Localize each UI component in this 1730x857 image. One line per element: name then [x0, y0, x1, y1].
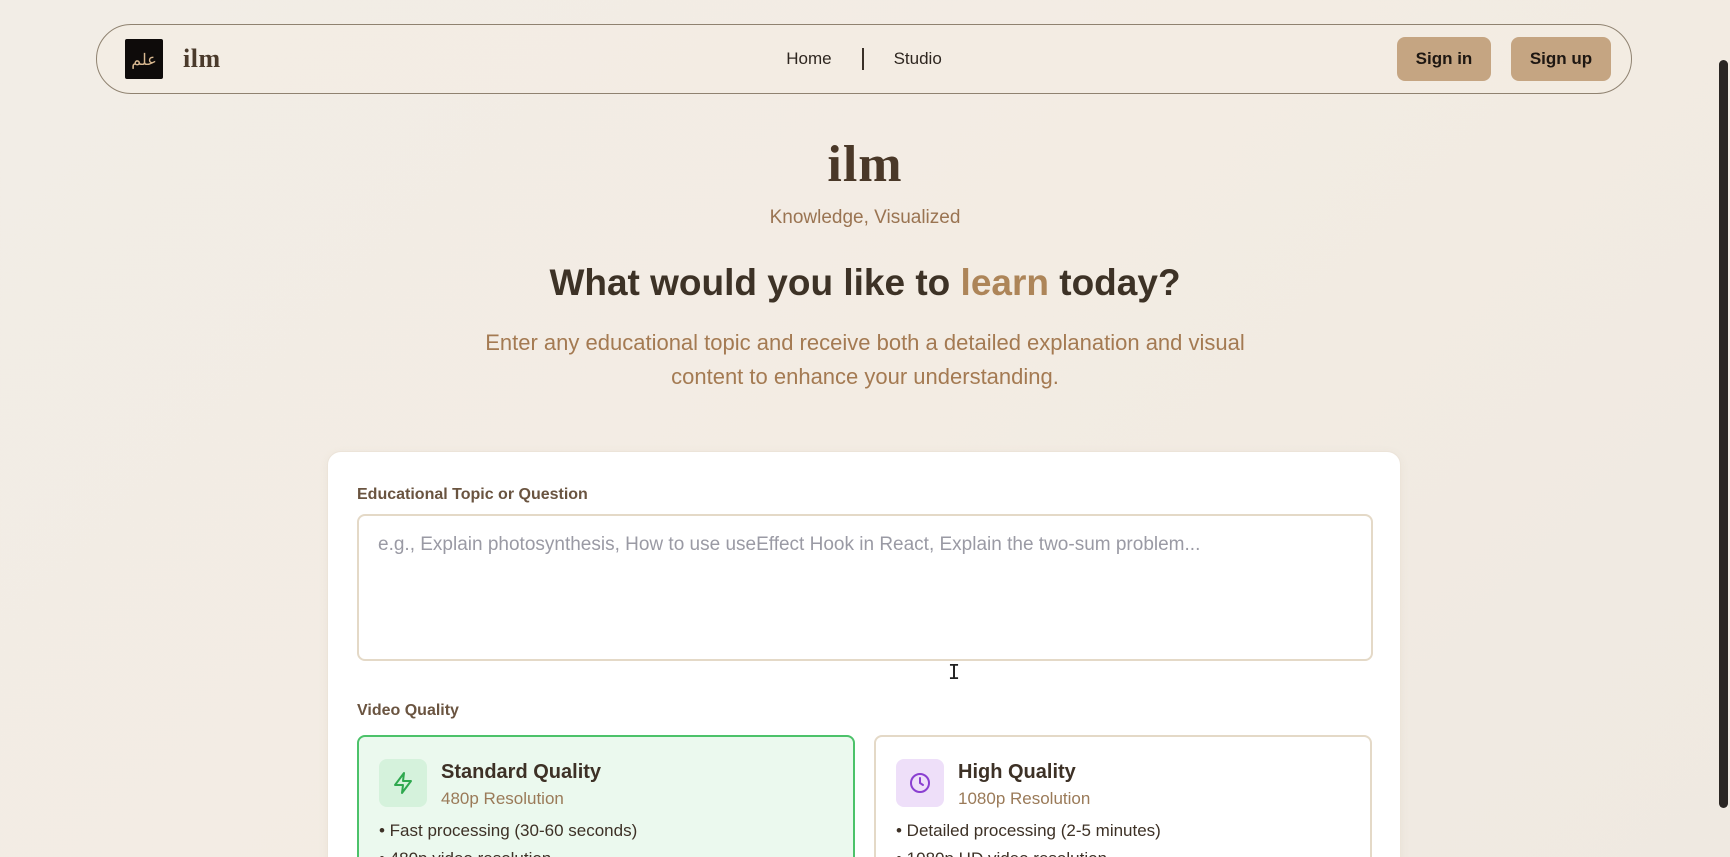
quality-label: Video Quality	[357, 702, 459, 719]
clock-icon	[896, 759, 944, 807]
quality-title: High Quality	[958, 761, 1076, 783]
quality-option-high[interactable]: High Quality 1080p Resolution • Detailed…	[874, 735, 1372, 857]
tagline: Knowledge, Visualized	[769, 207, 961, 228]
headline-accent: learn	[960, 262, 1049, 303]
topic-label: Educational Topic or Question	[357, 486, 588, 503]
quality-feature: • Fast processing (30-60 seconds)	[379, 821, 638, 840]
quality-resolution: 1080p Resolution	[958, 789, 1091, 808]
nav-divider	[861, 48, 864, 70]
quality-feature: • 1080p HD video resolution	[896, 849, 1107, 857]
topic-form-card: Educational Topic or Question Video Qual…	[327, 451, 1401, 857]
top-navbar: علم ilm Home Studio Sign in Sign up	[96, 24, 1632, 94]
nav-link-home[interactable]: Home	[786, 49, 831, 69]
quality-option-standard[interactable]: Standard Quality 480p Resolution • Fast …	[357, 735, 855, 857]
subheadline: Enter any educational topic and receive …	[485, 330, 1245, 389]
auth-actions: Sign in Sign up	[1397, 37, 1611, 81]
logo-icon[interactable]: علم	[125, 39, 163, 79]
headline-post: today?	[1048, 262, 1181, 303]
hero-title: ilm	[827, 136, 903, 193]
quality-feature: • 480p video resolution	[379, 849, 551, 857]
quality-title: Standard Quality	[441, 761, 602, 783]
quality-feature: • Detailed processing (2-5 minutes)	[896, 821, 1161, 840]
brand-name[interactable]: ilm	[183, 44, 221, 74]
quality-resolution: 480p Resolution	[441, 789, 564, 808]
headline: What would you like to learn today?	[0, 262, 1730, 304]
sign-up-button[interactable]: Sign up	[1511, 37, 1611, 81]
sign-in-button[interactable]: Sign in	[1397, 37, 1491, 81]
lightning-icon	[379, 759, 427, 807]
nav-link-studio[interactable]: Studio	[894, 49, 942, 69]
headline-pre: What would you like to	[549, 262, 961, 303]
topic-input[interactable]	[357, 514, 1373, 661]
text-cursor-icon: I	[948, 660, 961, 684]
